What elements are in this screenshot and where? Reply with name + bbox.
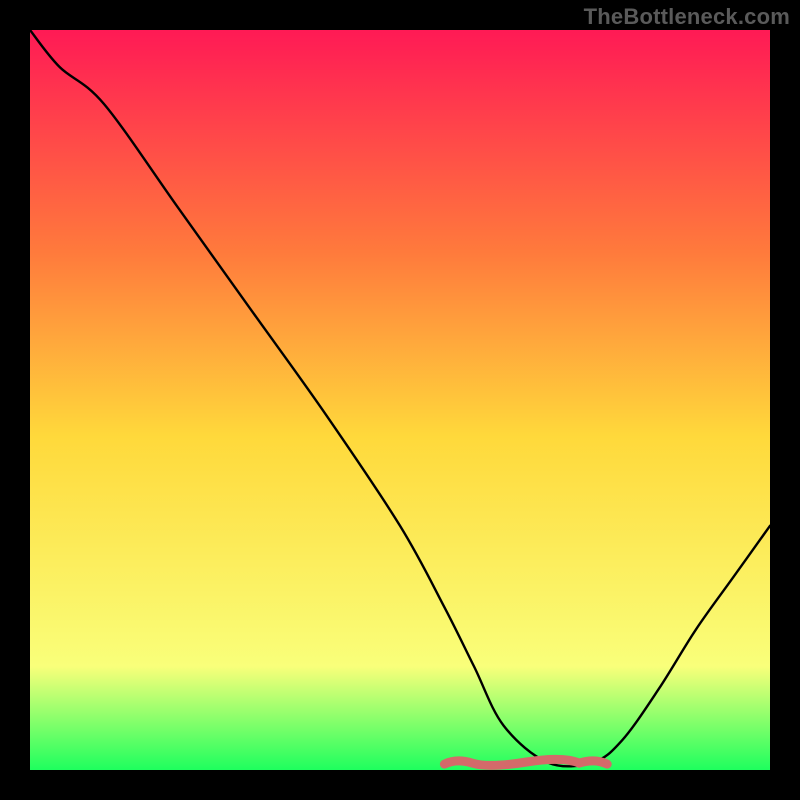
flat-region-marker: [444, 759, 607, 765]
chart-frame: TheBottleneck.com: [0, 0, 800, 800]
plot-area: [30, 30, 770, 770]
gradient-background: [30, 30, 770, 770]
attribution-text: TheBottleneck.com: [584, 4, 790, 30]
bottleneck-curve-chart: [30, 30, 770, 770]
